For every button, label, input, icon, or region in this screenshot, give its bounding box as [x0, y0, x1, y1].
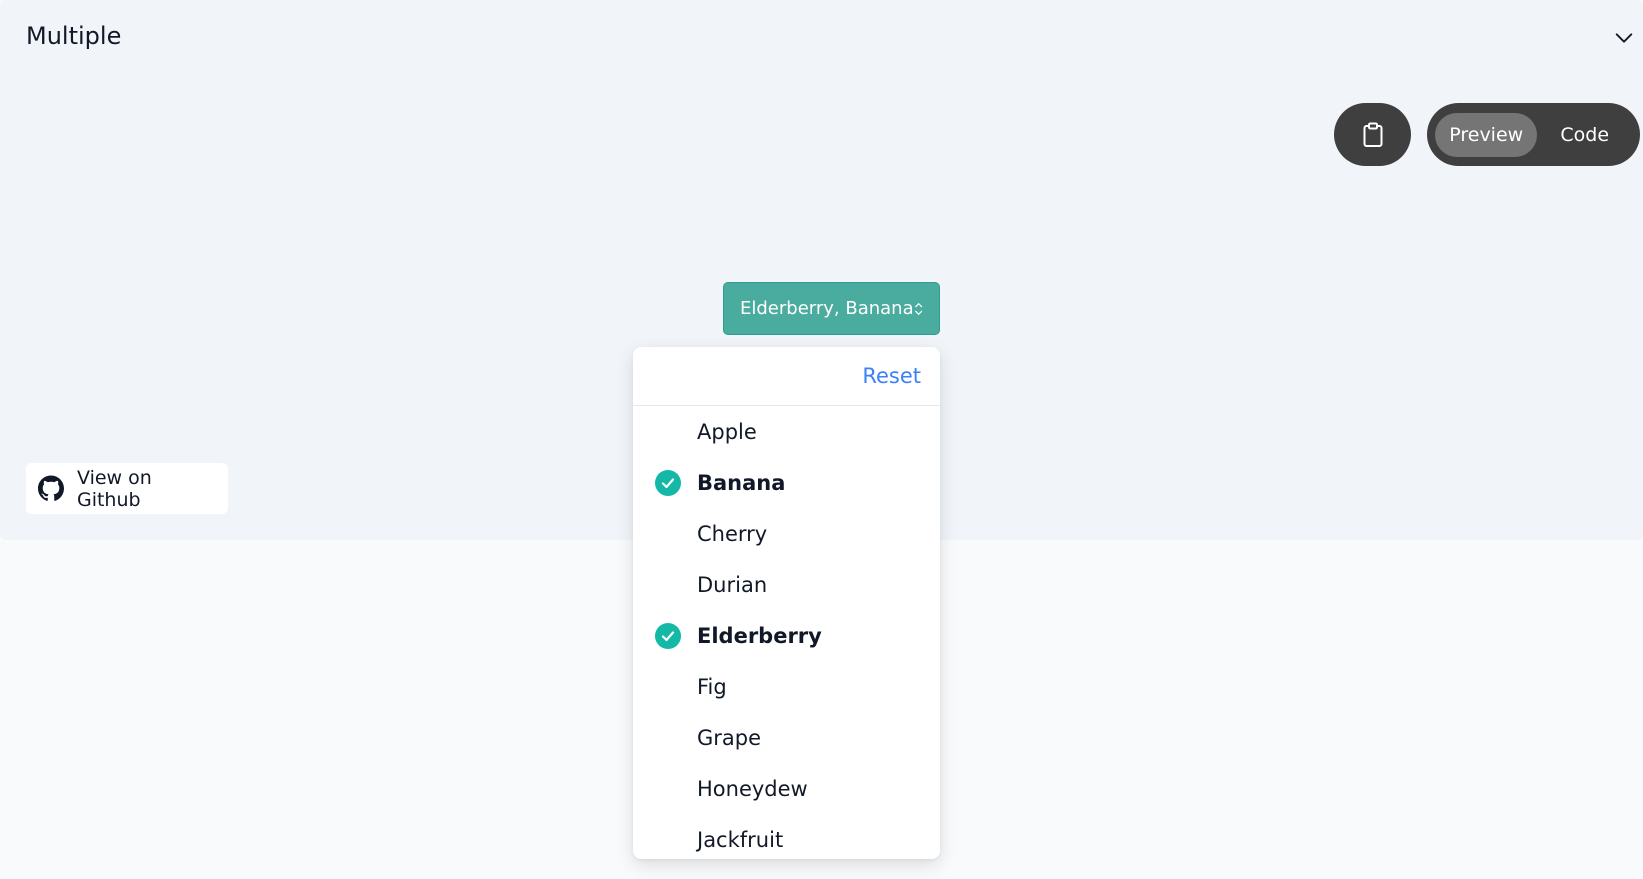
option-label: Honeydew — [697, 776, 808, 801]
multi-select-button[interactable]: Elderberry, Banana — [723, 282, 940, 335]
chevron-down-icon[interactable] — [1613, 27, 1635, 49]
check-circle-icon — [655, 469, 681, 496]
option-label: Durian — [697, 572, 768, 597]
options-list: Apple Banana Cherry Durian Elderberry Fi… — [633, 406, 940, 859]
code-tab[interactable]: Code — [1537, 113, 1632, 157]
option-label: Cherry — [697, 521, 768, 546]
option-elderberry[interactable]: Elderberry — [633, 610, 940, 661]
option-cherry[interactable]: Cherry — [633, 508, 940, 559]
option-jackfruit[interactable]: Jackfruit — [633, 814, 940, 859]
option-label: Jackfruit — [697, 827, 784, 852]
dropdown-header: Reset — [633, 347, 940, 406]
option-apple[interactable]: Apple — [633, 406, 940, 457]
option-fig[interactable]: Fig — [633, 661, 940, 712]
copy-button[interactable] — [1334, 103, 1411, 166]
option-label: Apple — [697, 419, 757, 444]
select-value: Elderberry, Banana — [740, 298, 914, 319]
view-toggle: Preview Code — [1427, 103, 1640, 166]
github-icon — [38, 475, 64, 501]
option-honeydew[interactable]: Honeydew — [633, 763, 940, 814]
option-label: Grape — [697, 725, 762, 750]
chevron-up-down-icon — [914, 302, 922, 315]
clipboard-icon — [1363, 122, 1382, 147]
option-label: Elderberry — [697, 623, 822, 648]
option-banana[interactable]: Banana — [633, 457, 940, 508]
check-circle-icon — [655, 622, 681, 649]
option-label: Banana — [697, 470, 786, 495]
section-title: Multiple — [26, 22, 122, 50]
option-label: Fig — [697, 674, 727, 699]
option-grape[interactable]: Grape — [633, 712, 940, 763]
option-durian[interactable]: Durian — [633, 559, 940, 610]
options-dropdown: Reset Apple Banana Cherry Durian Elderbe… — [633, 347, 940, 859]
reset-button[interactable]: Reset — [862, 364, 921, 388]
github-label: View on Github — [76, 466, 152, 511]
view-on-github-button[interactable]: View on Github — [26, 463, 228, 514]
preview-tab[interactable]: Preview — [1435, 112, 1538, 157]
